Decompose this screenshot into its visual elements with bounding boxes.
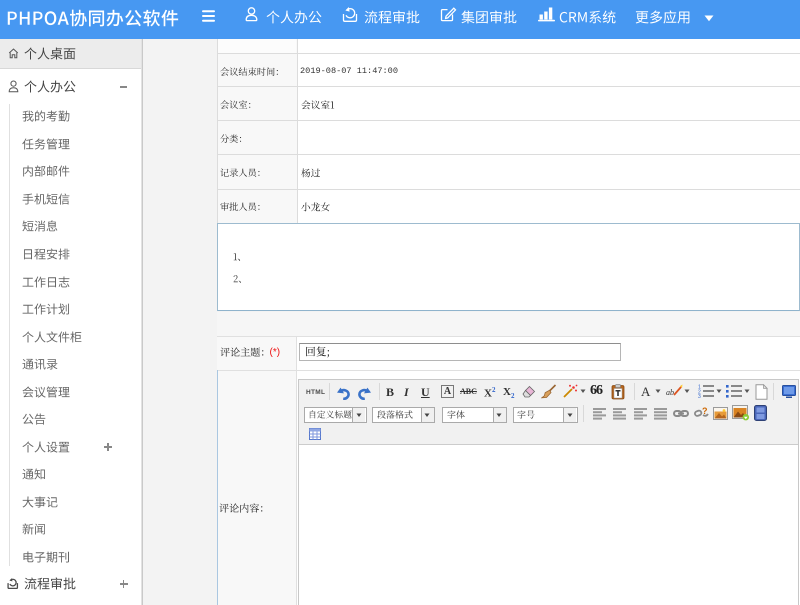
- svg-text:ab: ab: [666, 388, 674, 397]
- svg-text:?: ?: [702, 406, 708, 416]
- svg-text:3: 3: [698, 394, 701, 398]
